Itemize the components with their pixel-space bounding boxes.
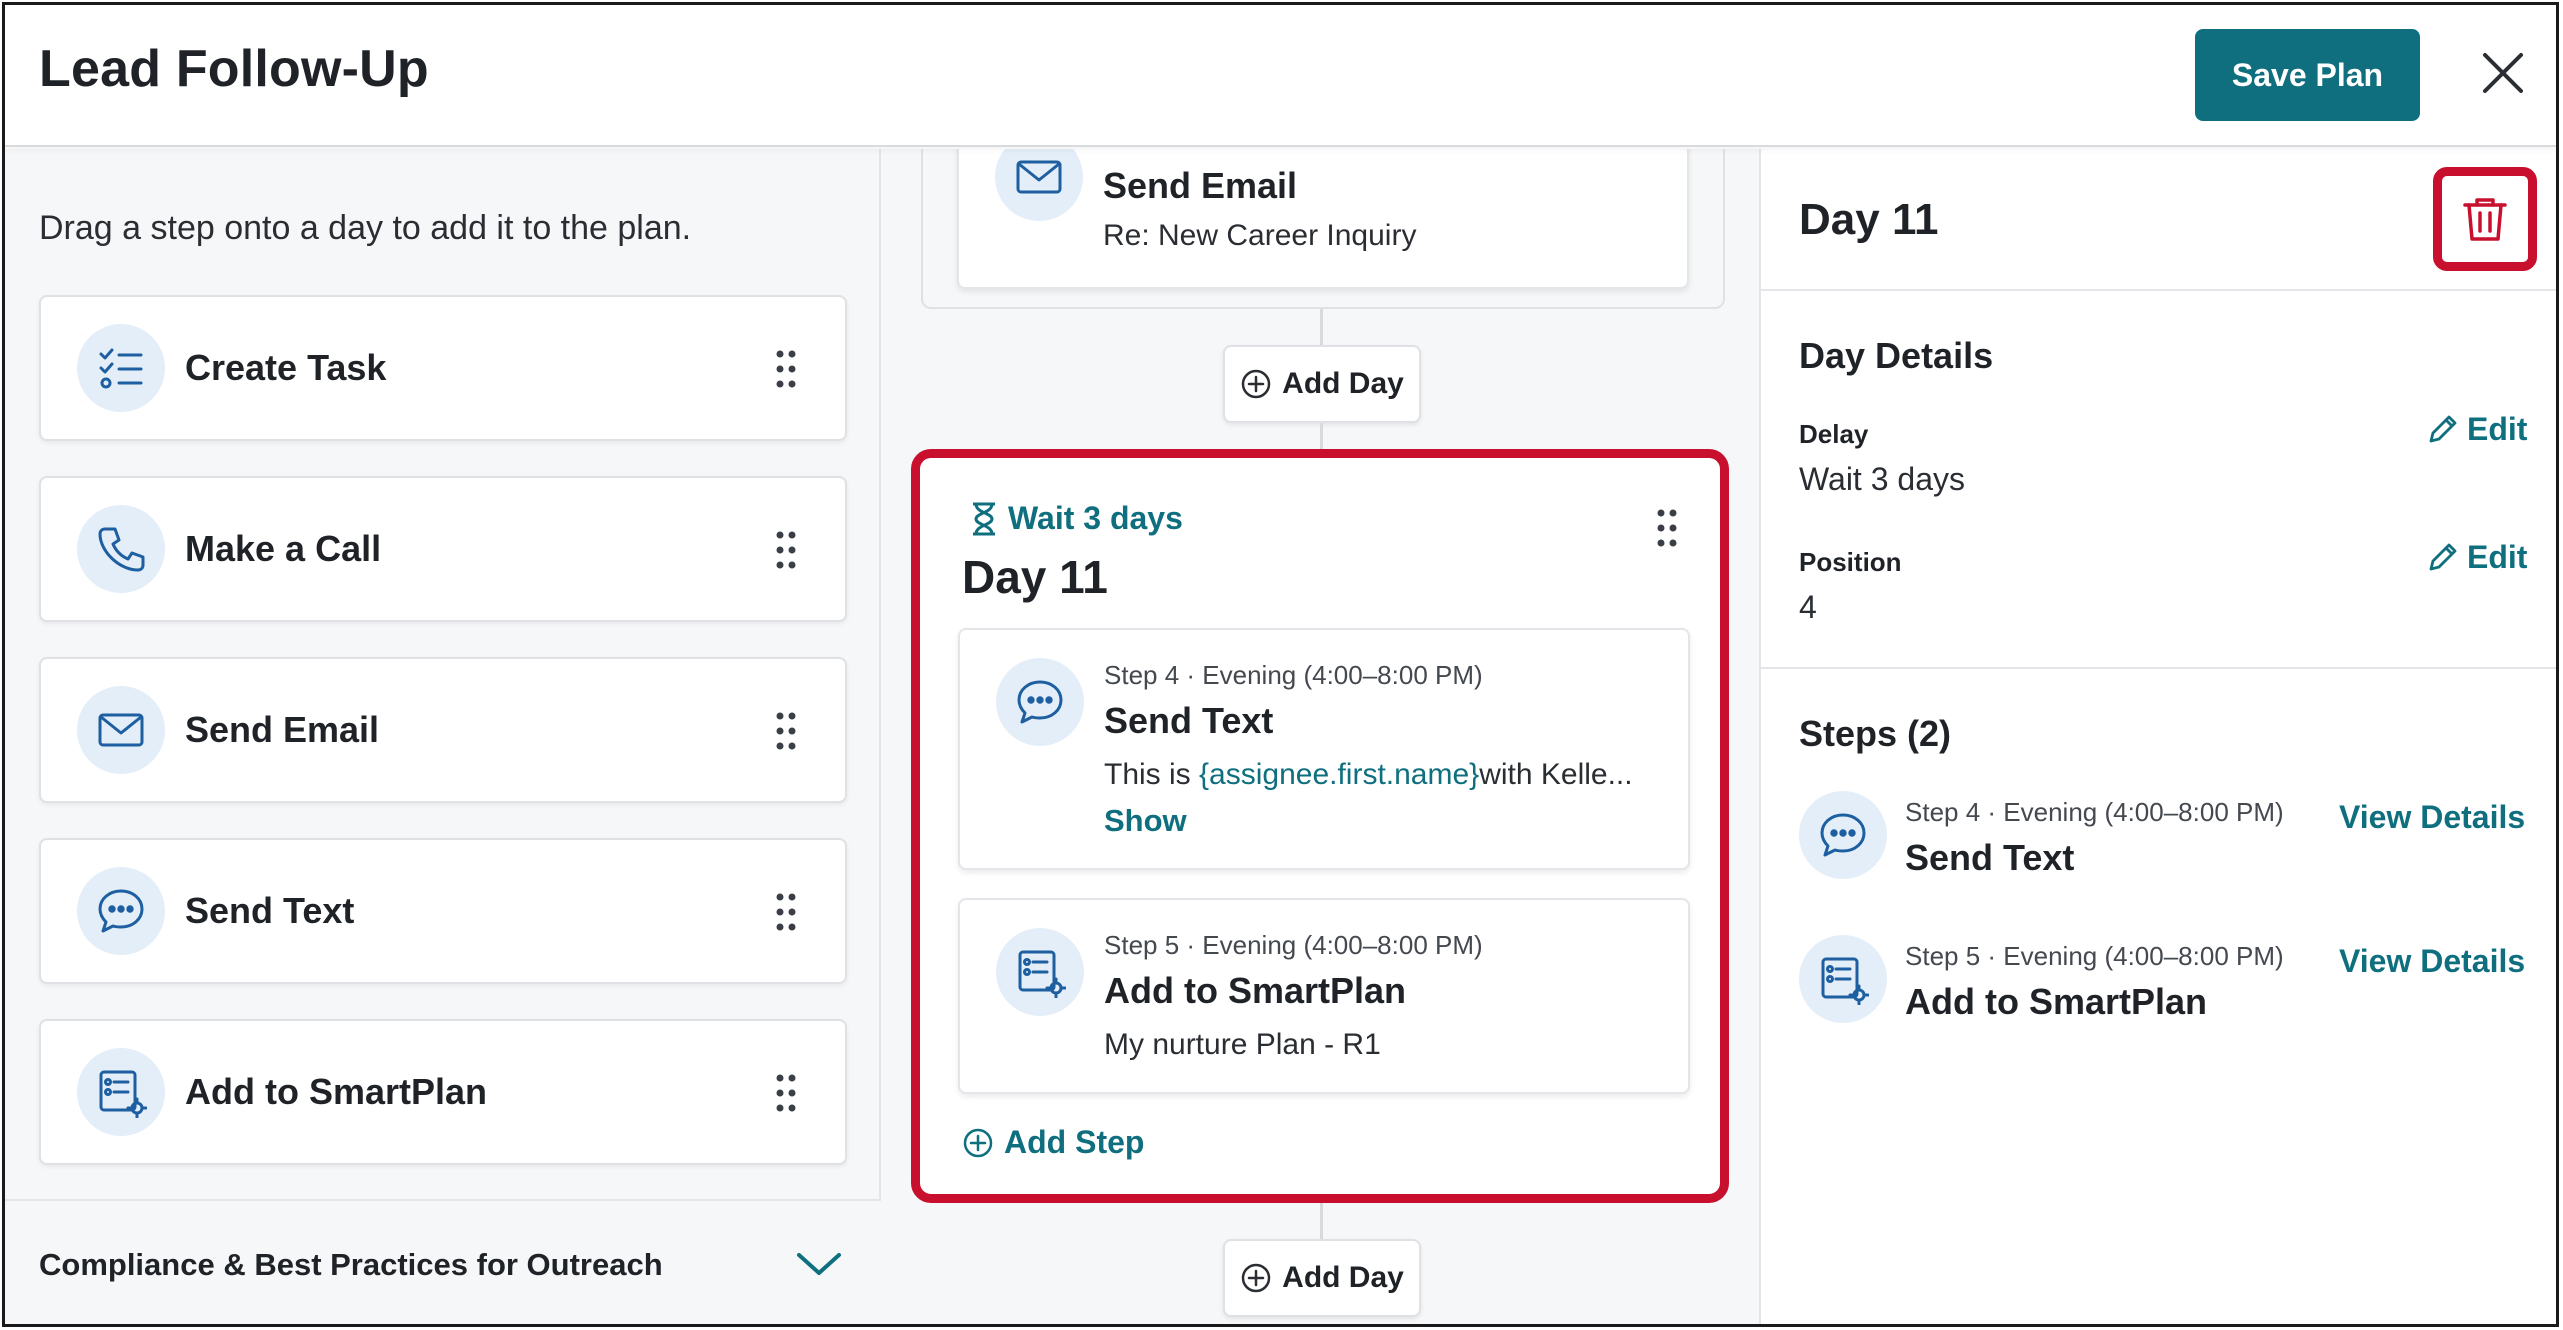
delay-value: Wait 3 days [1799, 461, 1965, 497]
step-card-send-email[interactable]: Send Email Re: New Career Inquiry [957, 149, 1689, 289]
add-day-label: Add Day [1282, 1261, 1404, 1294]
step-palette: Drag a step onto a day to add it to the … [5, 149, 881, 1324]
day-details-heading: Day Details [1799, 335, 1994, 376]
chat-bubble-icon [77, 867, 165, 955]
palette-item-label: Make a Call [185, 528, 382, 569]
drag-handle-icon[interactable] [775, 1073, 797, 1113]
drag-handle-icon[interactable] [775, 711, 797, 751]
phone-icon [77, 505, 165, 593]
step-name: Send Text [1905, 837, 2075, 878]
step-card-add-smartplan[interactable]: Step 5 · Evening (4:00–8:00 PM) Add to S… [958, 898, 1690, 1094]
steps-heading: Steps (2) [1799, 713, 1952, 754]
drag-handle-icon[interactable] [775, 530, 797, 570]
wait-delay-text: Wait 3 days [1008, 500, 1183, 536]
merge-token: {assignee.first.name} [1199, 758, 1480, 791]
add-day-button[interactable]: Add Day [1223, 1239, 1421, 1317]
view-details-link[interactable]: View Details [2339, 943, 2525, 980]
desc-suffix: with Kelle... [1479, 758, 1633, 791]
day-title: Day 11 [962, 551, 1108, 603]
add-step-label: Add Step [1004, 1124, 1145, 1160]
position-value: 4 [1799, 589, 1817, 625]
compliance-accordion[interactable]: Compliance & Best Practices for Outreach [5, 1199, 881, 1324]
add-step-button[interactable]: Add Step [962, 1124, 1144, 1161]
divider [1761, 667, 2556, 669]
envelope-icon [77, 686, 165, 774]
step-meta: Step 5 · Evening (4:00–8:00 PM) [1905, 941, 2284, 971]
palette-item-create-task[interactable]: Create Task [39, 295, 847, 441]
details-title: Day 11 [1799, 195, 1939, 244]
view-details-link[interactable]: View Details [2339, 799, 2525, 836]
task-list-icon [77, 324, 165, 412]
add-day-button[interactable]: Add Day [1223, 345, 1421, 423]
envelope-icon [995, 149, 1083, 221]
divider [1761, 289, 2556, 291]
plus-circle-icon [963, 1128, 993, 1157]
step-description: Re: New Career Inquiry [1103, 219, 1417, 252]
show-more-link[interactable]: Show [1104, 803, 1187, 839]
close-button[interactable] [2475, 45, 2531, 101]
plus-circle-icon [1241, 1263, 1271, 1293]
timeline-connector [1320, 309, 1323, 349]
day-details-panel: Day 11 Day Details Delay Wait 3 days Edi… [1761, 149, 2556, 1324]
step-name: Send Email [1103, 165, 1298, 206]
edit-label: Edit [2467, 539, 2528, 575]
hourglass-icon [973, 502, 995, 535]
position-label: Position [1799, 547, 1902, 577]
chat-bubble-icon [1799, 791, 1887, 879]
step-card-send-text[interactable]: Step 4 · Evening (4:00–8:00 PM) Send Tex… [958, 628, 1690, 870]
close-icon [2483, 53, 2523, 93]
pencil-icon [2429, 415, 2457, 442]
drag-handle-icon[interactable] [775, 349, 797, 389]
plan-timeline: Send Email Re: New Career Inquiry Add Da… [881, 149, 1761, 1324]
smartplan-icon [1799, 935, 1887, 1023]
plus-circle-icon [1241, 369, 1271, 399]
edit-label: Edit [2467, 411, 2528, 447]
day-card-day-11[interactable]: Wait 3 days Day 11 Step 4 · Evening (4:0… [911, 449, 1729, 1203]
page-title: Lead Follow-Up [39, 40, 429, 98]
chevron-down-icon[interactable] [795, 1249, 843, 1279]
edit-delay-button[interactable]: Edit [2425, 411, 2527, 448]
save-plan-button[interactable]: Save Plan [2195, 29, 2420, 121]
palette-item-label: Add to SmartPlan [185, 1071, 488, 1112]
step-name: Add to SmartPlan [1104, 970, 1407, 1011]
palette-item-send-email[interactable]: Send Email [39, 657, 847, 803]
drag-handle-icon[interactable] [775, 892, 797, 932]
desc-prefix: This is [1104, 758, 1200, 791]
palette-item-make-call[interactable]: Make a Call [39, 476, 847, 622]
chat-bubble-icon [996, 658, 1084, 746]
delay-label: Delay [1799, 419, 1869, 449]
palette-item-add-smartplan[interactable]: Add to SmartPlan [39, 1019, 847, 1165]
trash-icon [2463, 198, 2507, 241]
palette-hint: Drag a step onto a day to add it to the … [39, 209, 692, 247]
step-meta: Step 4 · Evening (4:00–8:00 PM) [1104, 660, 1483, 690]
step-description: My nurture Plan - R1 [1104, 1028, 1381, 1061]
edit-position-button[interactable]: Edit [2425, 539, 2527, 576]
palette-item-label: Send Email [185, 709, 380, 750]
palette-item-send-text[interactable]: Send Text [39, 838, 847, 984]
timeline-connector [1320, 423, 1323, 451]
add-day-label: Add Day [1282, 367, 1404, 400]
palette-item-label: Send Text [185, 890, 355, 931]
smartplan-icon [77, 1048, 165, 1136]
step-name: Send Text [1104, 700, 1274, 741]
day-menu-icon[interactable] [1656, 508, 1678, 548]
step-meta: Step 4 · Evening (4:00–8:00 PM) [1905, 797, 2284, 827]
compliance-label: Compliance & Best Practices for Outreach [39, 1247, 663, 1282]
smartplan-icon [996, 928, 1084, 1016]
delete-day-button[interactable] [2433, 167, 2537, 271]
dialog-header: Lead Follow-Up Save Plan [5, 5, 2556, 147]
palette-item-label: Create Task [185, 347, 387, 388]
wait-delay-label[interactable]: Wait 3 days [970, 500, 1183, 537]
pencil-icon [2429, 543, 2457, 570]
timeline-connector [1320, 1203, 1323, 1239]
dialog: Lead Follow-Up Save Plan Drag a step ont… [2, 2, 2559, 1327]
step-name: Add to SmartPlan [1905, 981, 2208, 1022]
step-meta: Step 5 · Evening (4:00–8:00 PM) [1104, 930, 1483, 960]
step-description: This is {assignee.first.name}with Kelle.… [1104, 758, 1633, 792]
